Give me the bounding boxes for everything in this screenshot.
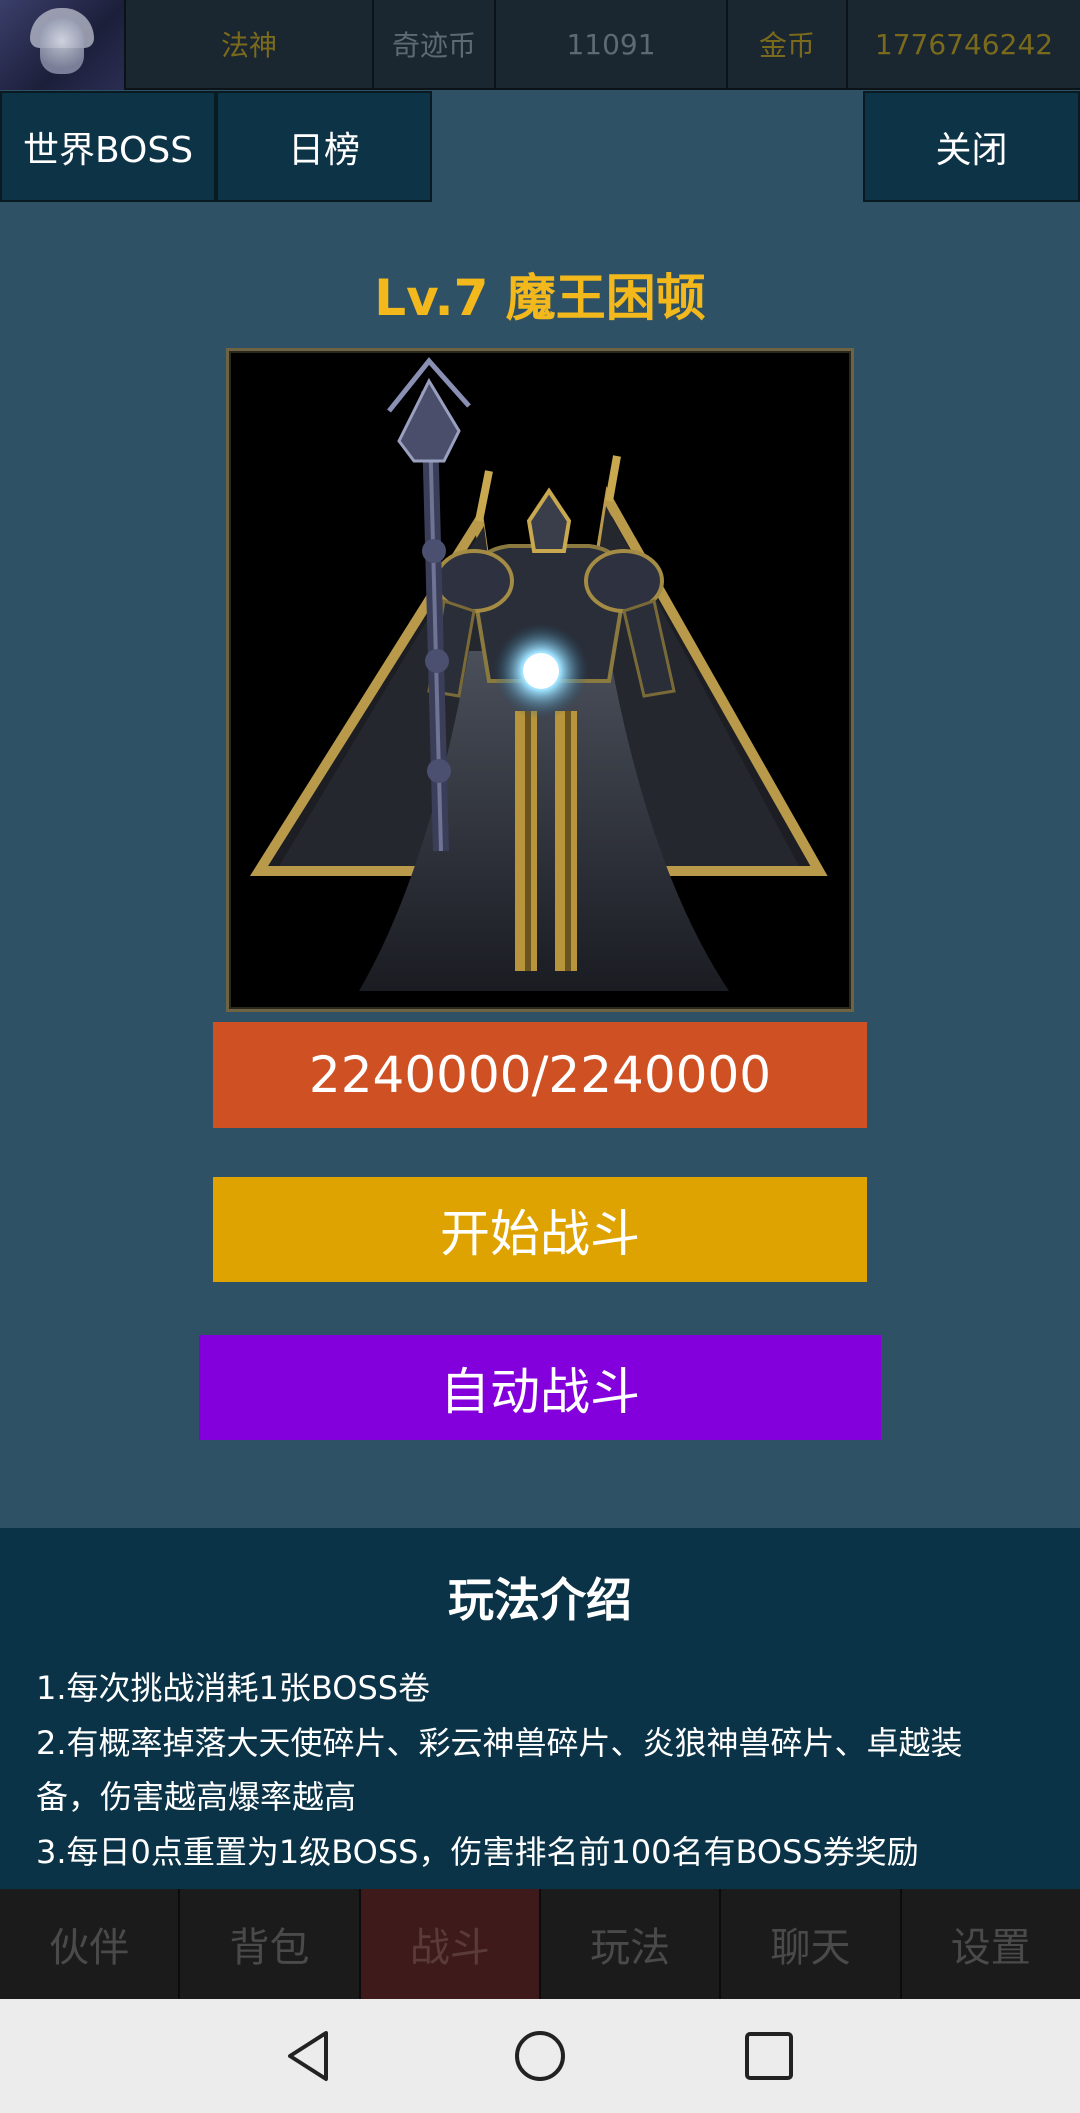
gold-coin-label: 金币 <box>728 0 848 88</box>
intro-line-3: 3.每日0点重置为1级BOSS，伤害排名前100名有BOSS券奖励 <box>36 1833 919 1871</box>
status-bar: 法神 奇迹币 11091 金币 1776746242 <box>0 0 1080 90</box>
gold-coin-value: 1776746242 <box>874 27 1054 61</box>
tab-daily-rank[interactable]: 日榜 <box>216 91 432 202</box>
auto-fight-button[interactable]: 自动战斗 <box>199 1335 881 1440</box>
nav-bag[interactable]: 背包 <box>180 1889 361 1999</box>
boss-title: Lv.7 魔王困顿 <box>374 269 706 327</box>
intro-line-1: 1.每次挑战消耗1张BOSS卷 <box>36 1669 431 1707</box>
boss-figure-icon <box>249 357 828 991</box>
miracle-coin-value: 11091 <box>496 0 728 88</box>
nav-gameplay[interactable]: 玩法 <box>541 1889 722 1999</box>
nav-partner[interactable]: 伙伴 <box>0 1889 181 1999</box>
home-icon[interactable] <box>513 2029 567 2083</box>
recents-icon[interactable] <box>742 2029 796 2083</box>
start-fight-button[interactable]: 开始战斗 <box>213 1177 867 1282</box>
bottom-nav: 伙伴 背包 战斗 玩法 聊天 设置 <box>0 1889 1080 1999</box>
back-icon[interactable] <box>282 2029 336 2083</box>
nav-chat[interactable]: 聊天 <box>721 1889 902 1999</box>
boss-hp-bar: 2240000/2240000 <box>213 1022 867 1128</box>
system-nav-bar <box>0 1999 1080 2113</box>
close-button[interactable]: 关闭 <box>863 91 1080 202</box>
avatar-face <box>40 18 84 74</box>
nav-battle[interactable]: 战斗 <box>360 1889 541 1999</box>
intro-line-2-cont: 备，伤害越高爆率越高 <box>36 1778 357 1816</box>
avatar[interactable] <box>0 0 126 90</box>
boss-portrait <box>226 348 854 1012</box>
rank-label: 法神 <box>126 0 374 88</box>
nav-settings[interactable]: 设置 <box>902 1889 1080 1999</box>
tab-world-boss[interactable]: 世界BOSS <box>0 91 216 202</box>
gameplay-intro-panel: 玩法介绍 1.每次挑战消耗1张BOSS卷 2.有概率掉落大天使碎片、彩云神兽碎片… <box>0 1528 1080 1890</box>
intro-line-2: 2.有概率掉落大天使碎片、彩云神兽碎片、炎狼神兽碎片、卓越装 <box>36 1724 963 1762</box>
miracle-coin-label: 奇迹币 <box>374 0 496 88</box>
intro-title: 玩法介绍 <box>448 1573 632 1627</box>
